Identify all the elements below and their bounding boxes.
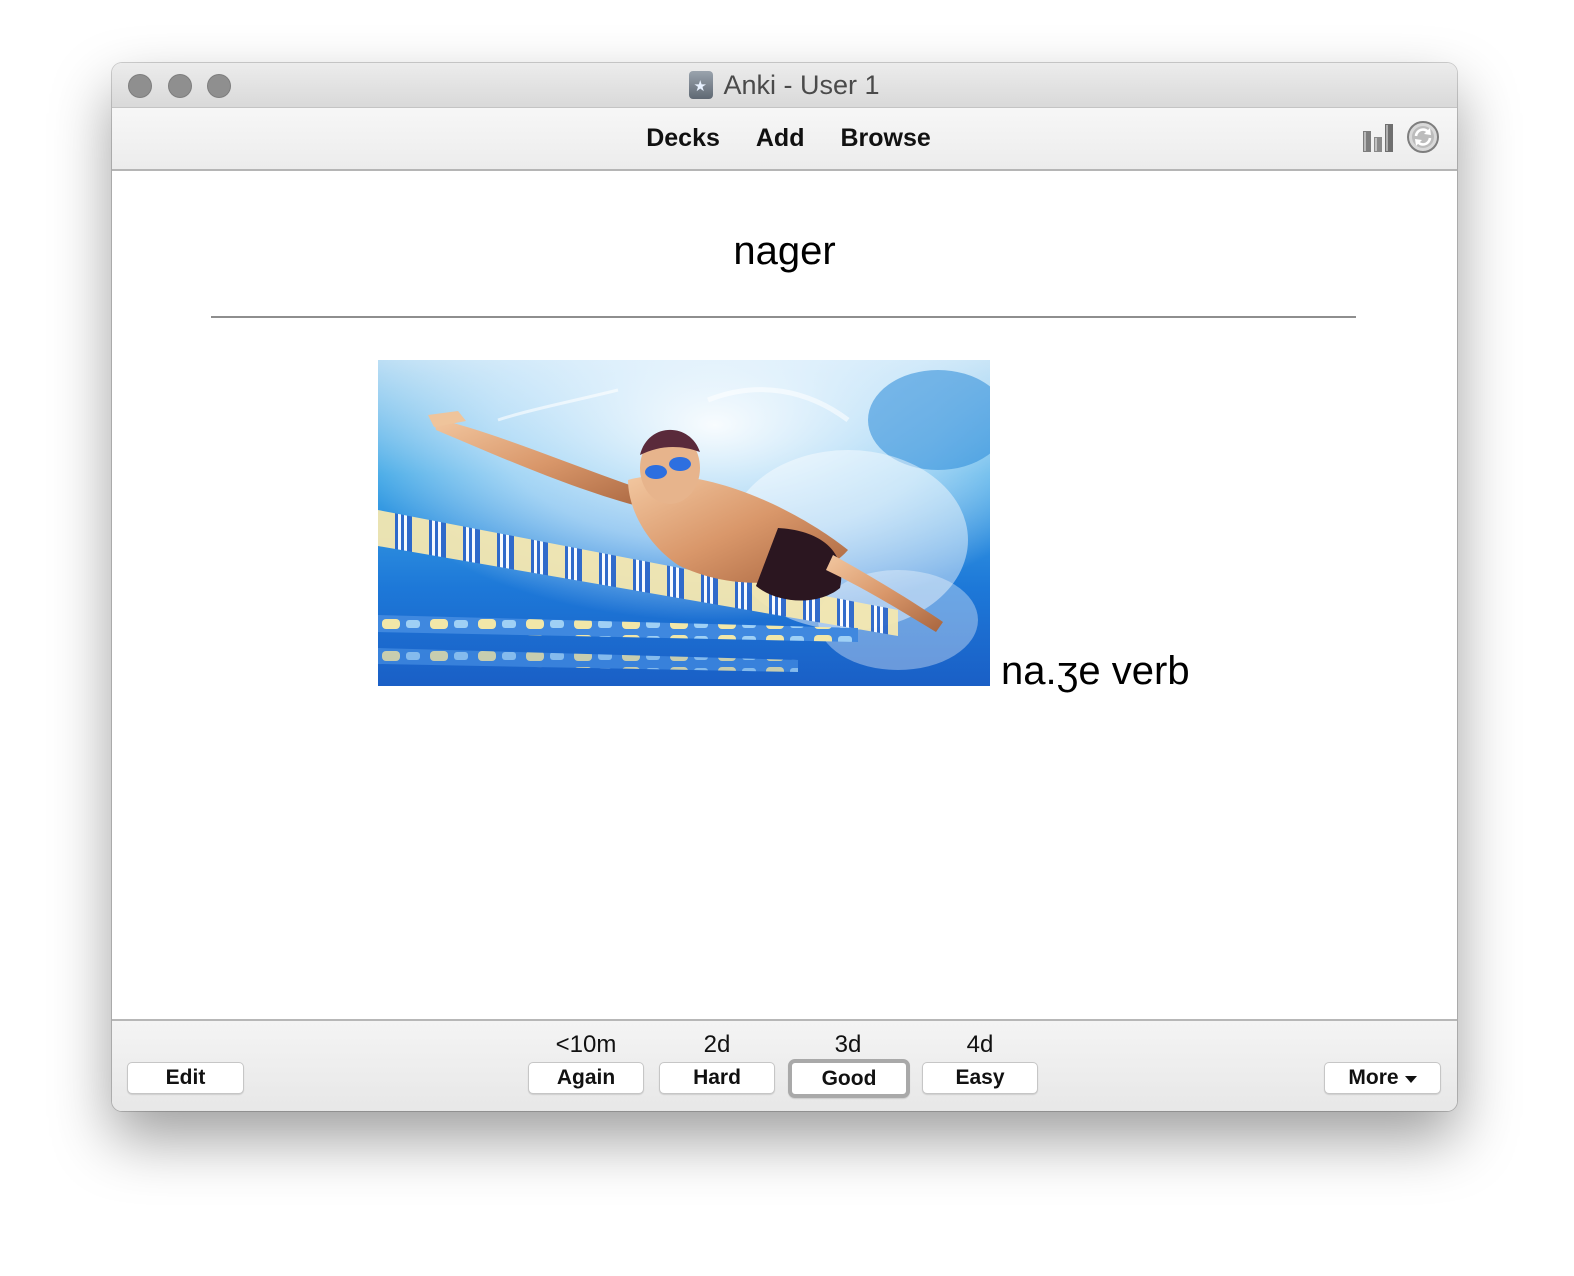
- anki-app-icon: [689, 71, 714, 99]
- hard-button[interactable]: Hard: [659, 1062, 775, 1094]
- easy-button[interactable]: Easy: [922, 1062, 1038, 1094]
- card-front-text: nager: [733, 229, 836, 273]
- decks-link[interactable]: Decks: [646, 124, 720, 153]
- add-link[interactable]: Add: [756, 124, 805, 153]
- window-title: Anki - User 1: [723, 69, 880, 100]
- title-bar[interactable]: Anki - User 1: [112, 63, 1457, 108]
- more-button[interactable]: More: [1324, 1062, 1441, 1094]
- answer-divider: [211, 316, 1356, 318]
- again-button[interactable]: Again: [528, 1062, 644, 1094]
- easy-interval: 4d: [966, 1031, 994, 1058]
- swimmer-image: [378, 360, 990, 686]
- browse-link[interactable]: Browse: [840, 124, 930, 153]
- review-bottom-bar: Edit <10m Again 2d Hard 3d Good 4d Easy …: [112, 1019, 1457, 1111]
- anki-window: Anki - User 1 Decks Add Browse nager: [112, 63, 1457, 1111]
- main-toolbar: Decks Add Browse: [112, 108, 1457, 171]
- more-button-label: More: [1348, 1066, 1399, 1089]
- good-button[interactable]: Good: [788, 1059, 910, 1098]
- stats-icon[interactable]: [1362, 123, 1394, 153]
- card-back-text: na.ʒe verb: [1001, 649, 1190, 693]
- good-interval: 3d: [834, 1031, 862, 1058]
- again-interval: <10m: [555, 1031, 617, 1058]
- edit-button[interactable]: Edit: [127, 1062, 244, 1094]
- toolbar-nav: Decks Add Browse: [112, 108, 1457, 169]
- sync-icon[interactable]: [1407, 121, 1439, 153]
- hard-interval: 2d: [703, 1031, 731, 1058]
- chevron-down-icon: [1404, 1075, 1417, 1083]
- card-view: nager na.ʒe verb: [112, 171, 1457, 1019]
- title-group: Anki - User 1: [112, 63, 1457, 107]
